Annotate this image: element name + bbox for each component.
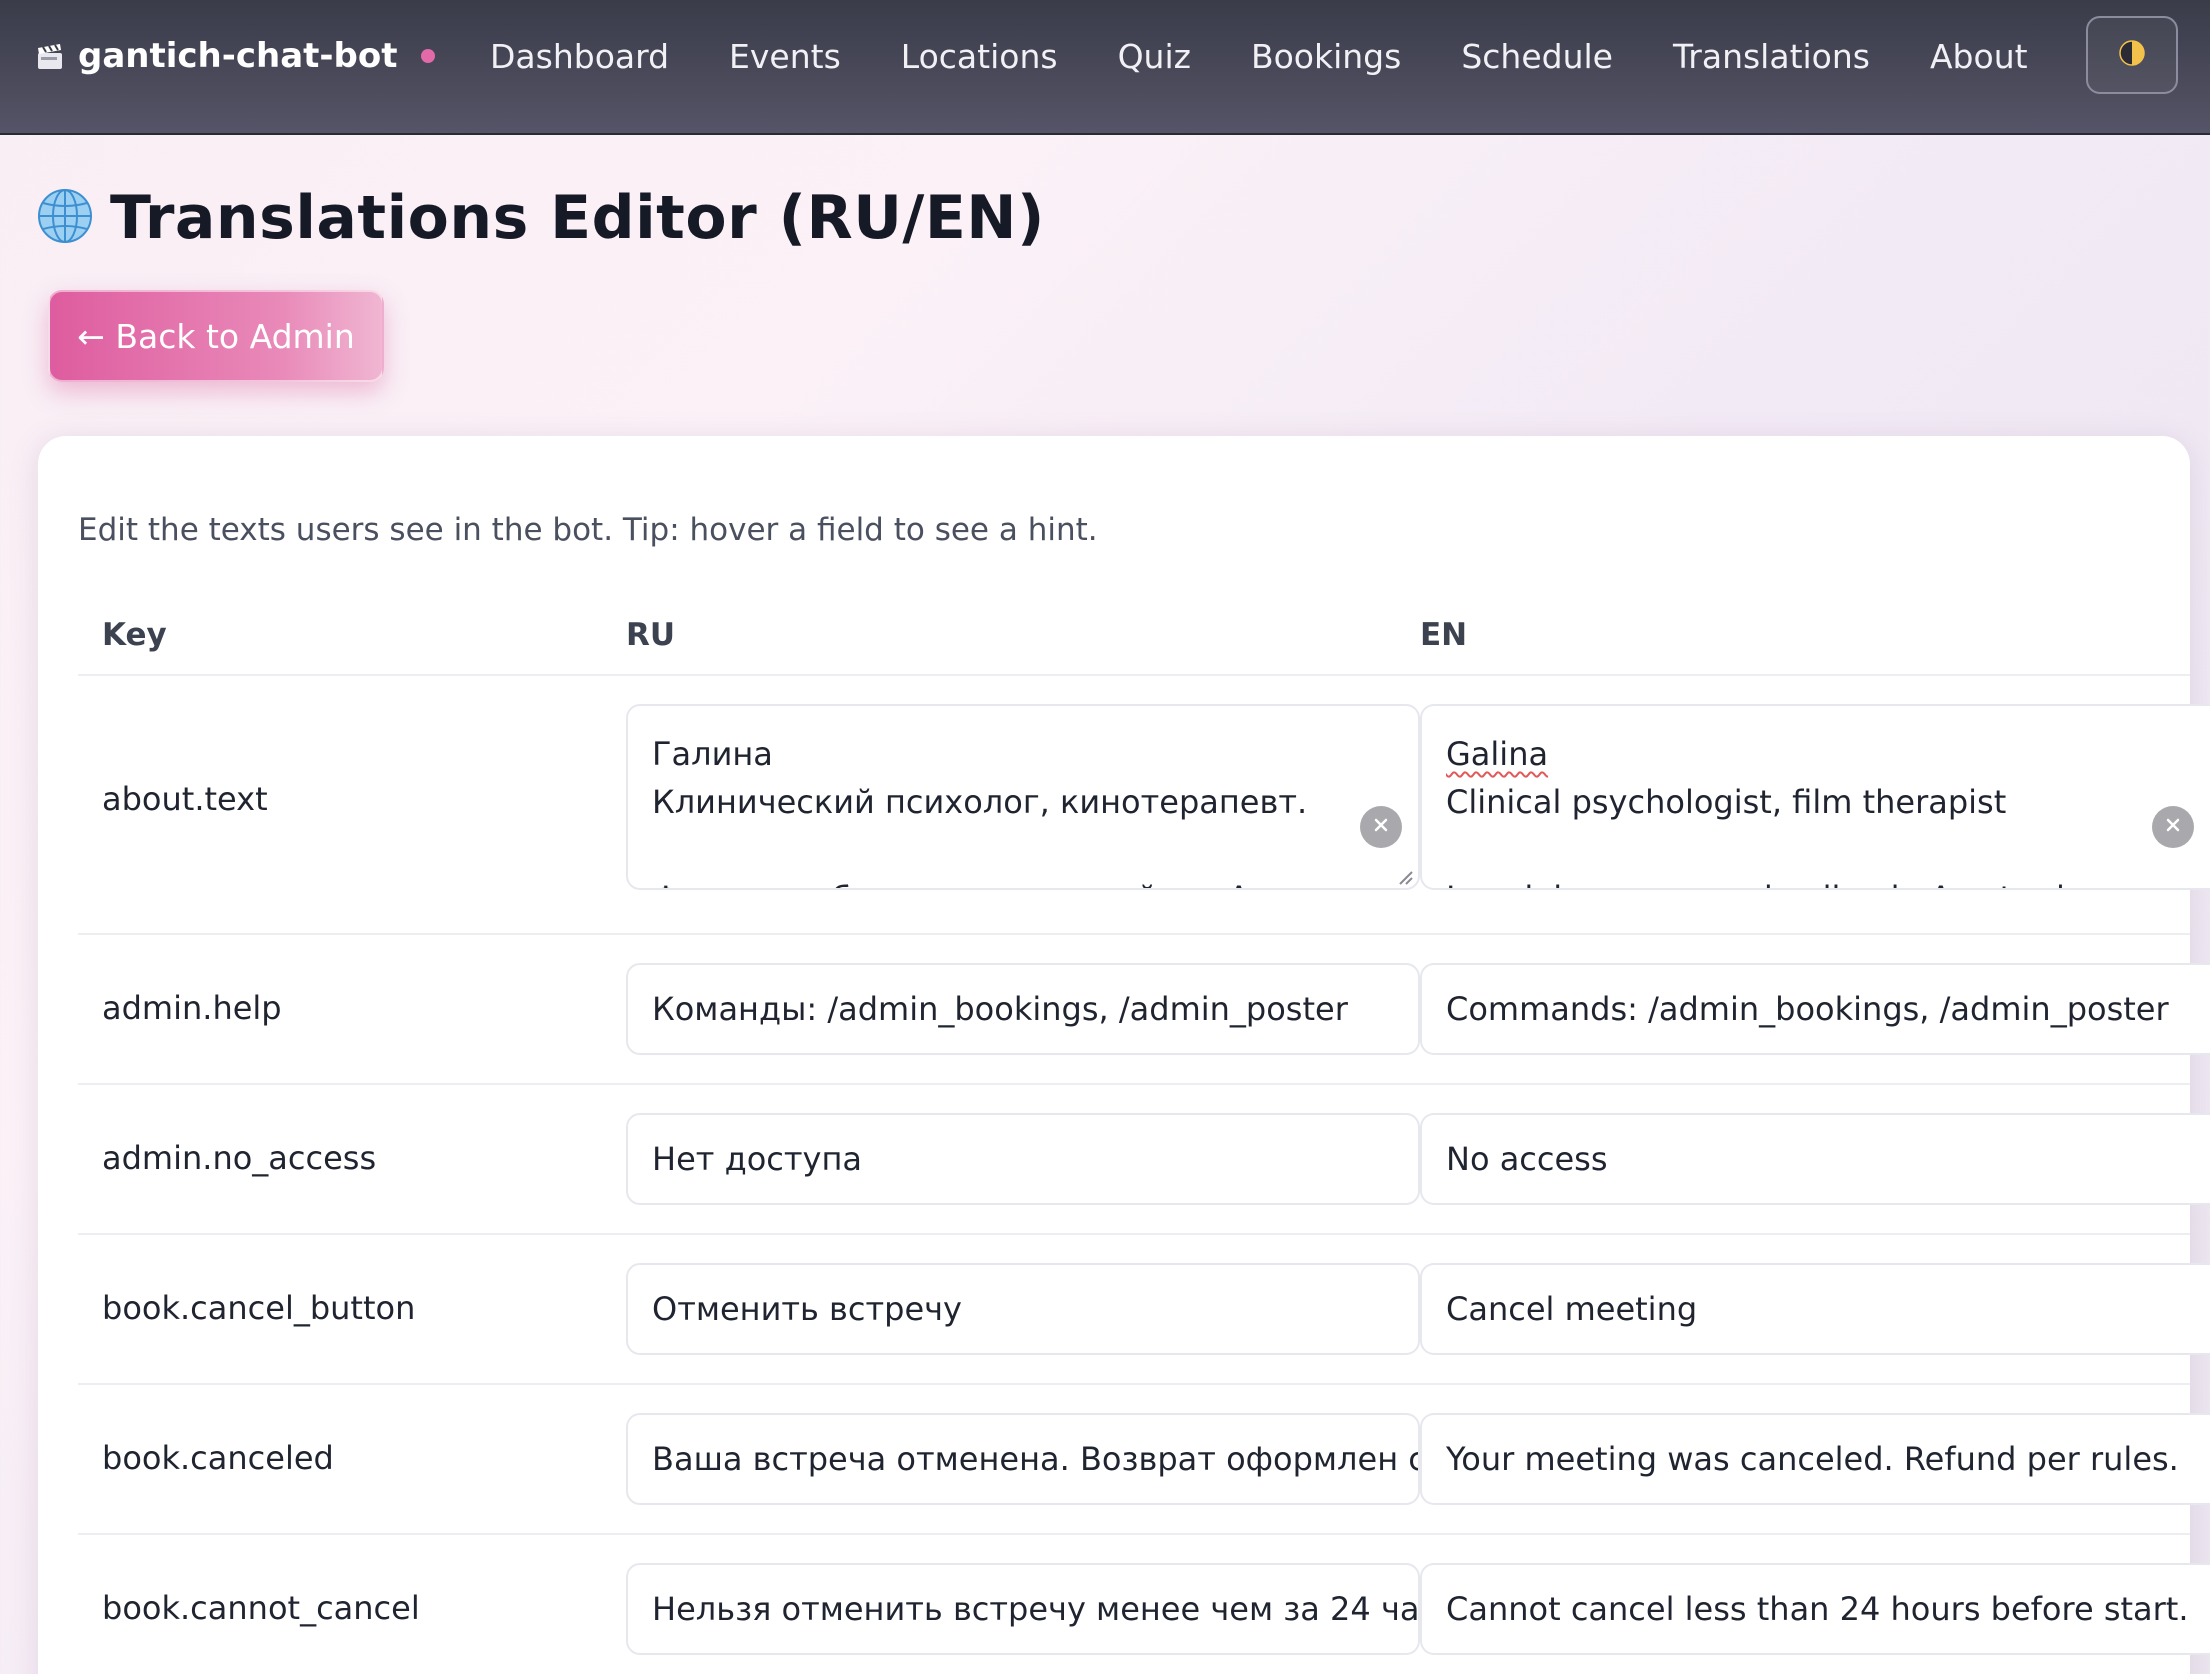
nav-links: Dashboard Events Locations Quiz Bookings… xyxy=(490,30,2088,82)
globe-icon xyxy=(36,187,94,249)
brand[interactable]: gantich-chat-bot xyxy=(36,32,436,80)
theme-toggle-button[interactable] xyxy=(2086,16,2178,94)
row-key: admin.no_access xyxy=(102,1139,377,1177)
page-header: Translations Editor (RU/EN) xyxy=(36,178,1045,258)
clapperboard-icon xyxy=(36,41,66,71)
nav-about[interactable]: About xyxy=(1930,37,2028,76)
row-key: admin.help xyxy=(102,989,282,1027)
nav-quiz[interactable]: Quiz xyxy=(1118,37,1191,76)
nav-dashboard[interactable]: Dashboard xyxy=(490,37,669,76)
nav-bookings[interactable]: Bookings xyxy=(1251,37,1401,76)
row-key: book.cancel_button xyxy=(102,1289,416,1327)
table-row: admin.help Команды: /admin_bookings, /ad… xyxy=(78,935,2210,1085)
row-key: book.cannot_cancel xyxy=(102,1589,420,1627)
en-input[interactable]: Cancel meeting xyxy=(1420,1263,2210,1355)
ru-input[interactable]: Нет доступа xyxy=(626,1113,1420,1205)
translations-table: about.text Галина Клинический психолог, … xyxy=(78,676,2210,1674)
ru-input[interactable]: Отменить встречу xyxy=(626,1263,1420,1355)
en-textarea[interactable]: Galina Clinical psychologist, film thera… xyxy=(1420,704,2210,890)
resize-handle-icon[interactable] xyxy=(1396,868,1414,886)
back-to-admin-button[interactable]: ← Back to Admin xyxy=(48,290,384,382)
nav-locations[interactable]: Locations xyxy=(901,37,1058,76)
clear-ru-button[interactable] xyxy=(1360,806,1402,848)
ru-input[interactable]: Ваша встреча отменена. Возврат оформлен … xyxy=(626,1413,1420,1505)
column-key: Key xyxy=(102,617,167,653)
nav-translations[interactable]: Translations xyxy=(1673,37,1870,76)
en-input[interactable]: Commands: /admin_bookings, /admin_poster xyxy=(1420,963,2210,1055)
table-row: book.cannot_cancel Нельзя отменить встре… xyxy=(78,1535,2210,1674)
nav-events[interactable]: Events xyxy=(729,37,841,76)
nav-schedule[interactable]: Schedule xyxy=(1461,37,1613,76)
en-input[interactable]: Cannot cancel less than 24 hours before … xyxy=(1420,1563,2210,1655)
brand-name: gantich-chat-bot xyxy=(78,36,398,76)
text-line: Формат работы: очно и онлайн, в Амстерда… xyxy=(652,879,1418,888)
hint-text: Edit the texts users see in the bot. Tip… xyxy=(78,512,1098,548)
table-header: Key RU EN xyxy=(78,596,2190,676)
status-dot xyxy=(421,49,436,63)
en-input[interactable]: No access xyxy=(1420,1113,2210,1205)
column-en: EN xyxy=(1420,617,1468,653)
en-input[interactable]: Your meeting was canceled. Refund per ru… xyxy=(1420,1413,2210,1505)
ru-textarea[interactable]: Галина Клинический психолог, кинотерапев… xyxy=(626,704,1420,890)
column-ru: RU xyxy=(626,617,676,653)
table-row: about.text Галина Клинический психолог, … xyxy=(78,676,2210,935)
text-line: Галина xyxy=(652,735,773,773)
row-key: book.canceled xyxy=(102,1439,334,1477)
table-row: book.cancel_button Отменить встречу Canc… xyxy=(78,1235,2210,1385)
close-icon xyxy=(2164,816,2182,838)
table-row: book.canceled Ваша встреча отменена. Воз… xyxy=(78,1385,2210,1535)
text-line: Clinical psychologist, film therapist xyxy=(1446,783,2007,821)
top-navbar: gantich-chat-bot Dashboard Events Locati… xyxy=(0,0,2210,135)
close-icon xyxy=(1372,816,1390,838)
translations-card: Edit the texts users see in the bot. Tip… xyxy=(38,436,2210,1674)
row-key: about.text xyxy=(102,780,268,818)
text-line: Galina xyxy=(1446,735,1549,773)
ru-input[interactable]: Команды: /admin_bookings, /admin_poster xyxy=(626,963,1420,1055)
half-moon-icon xyxy=(2118,39,2146,71)
text-line: I work in person and online in Amsterdam xyxy=(1446,879,2116,888)
clear-en-button[interactable] xyxy=(2152,806,2194,848)
table-row: admin.no_access Нет доступа No access xyxy=(78,1085,2210,1235)
text-line: Клинический психолог, кинотерапевт. xyxy=(652,783,1308,821)
page-title: Translations Editor (RU/EN) xyxy=(110,183,1045,253)
ru-input[interactable]: Нельзя отменить встречу менее чем за 24 … xyxy=(626,1563,1420,1655)
